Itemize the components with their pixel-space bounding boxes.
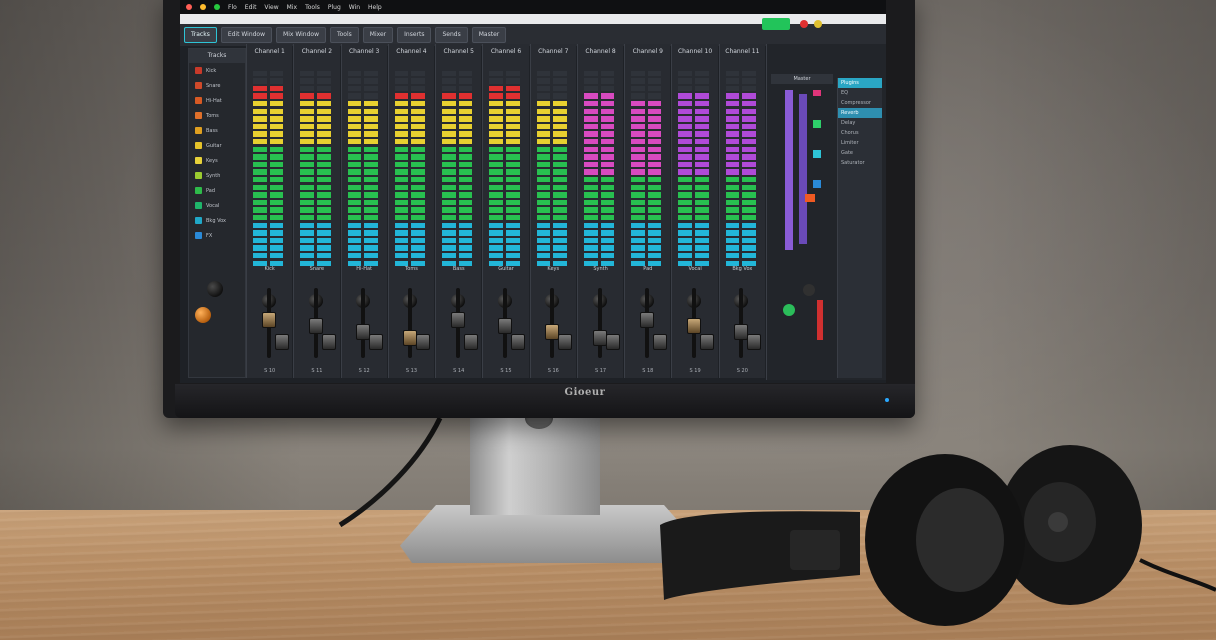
- headphone-hinge-icon: [1048, 512, 1068, 532]
- headphone-cable: [1139, 558, 1216, 592]
- headphones: [660, 445, 1216, 626]
- headphone-driver-left: [916, 488, 1004, 592]
- headphone-slider: [790, 530, 840, 570]
